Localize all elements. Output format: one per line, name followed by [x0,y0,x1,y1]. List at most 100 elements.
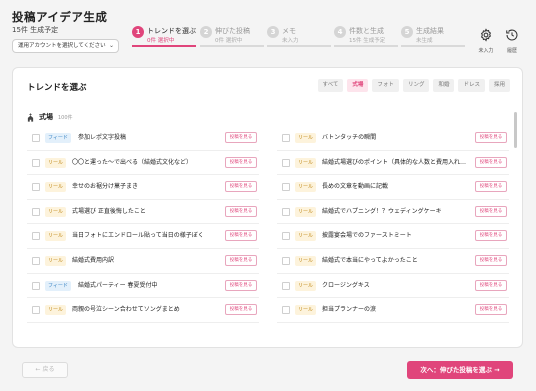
trend-row[interactable]: リール 結婚式でハプニング！？ウェディングケーキ 投稿を見る [277,200,509,225]
step-4[interactable]: 4 件数と生成 15件 生成予定 [334,26,402,56]
step-number: 5 [401,26,413,38]
trend-checkbox[interactable] [282,256,290,265]
trend-checkbox[interactable] [32,158,40,167]
view-post-button[interactable]: 投稿を見る [225,279,257,291]
step-number: 2 [200,26,212,38]
post-type-tag: リール [45,206,67,217]
view-post-button[interactable]: 投稿を見る [475,156,507,168]
trend-title: 式場選び 正直後悔したこと [72,207,146,215]
page-title: 投稿アイデア生成 [12,10,108,24]
step-progress-bar [200,45,264,47]
step-status: 未入力 [282,38,299,44]
filter-chip[interactable]: すべて [317,79,344,92]
step-number: 1 [132,26,144,38]
step-progress-bar [267,45,331,47]
back-button[interactable]: ← 戻る [22,362,68,378]
trend-row[interactable]: リール 結婚式場選びのポイント（具体的な人数と費用入れ… 投稿を見る [277,151,509,176]
post-type-tag: リール [295,280,317,291]
trend-checkbox[interactable] [32,134,40,142]
trend-checkbox[interactable] [282,158,290,167]
trend-checkbox[interactable] [282,183,290,192]
trend-row[interactable]: リール 両親の号泣シーン合わせてソングまとめ 投稿を見る [27,298,259,323]
step-label: メモ [282,27,296,35]
view-post-button[interactable]: 投稿を見る [475,181,507,193]
post-type-tag: リール [295,255,317,266]
trend-row[interactable]: リール 結婚式で本当にやってよかったこと 投稿を見る [277,249,509,274]
filter-chip[interactable]: 式場 [347,79,369,92]
trend-row[interactable]: リール 結婚式費用内訳 投稿を見る [27,249,259,274]
trend-checkbox[interactable] [32,281,40,290]
step-5[interactable]: 5 生成結果 未生成 [401,26,469,56]
filter-chip[interactable]: リング [402,79,430,92]
trend-checkbox[interactable] [32,256,40,265]
trend-title: 結婚式場選びのポイント（具体的な人数と費用入れ… [322,158,467,166]
view-post-button[interactable]: 投稿を見る [225,230,257,242]
trend-row[interactable]: リール 〇〇と運った〜で出べる（結婚式文化など） 投稿を見る [27,151,259,176]
view-post-button[interactable]: 投稿を見る [475,205,507,217]
settings-button[interactable]: 未入力 [477,27,495,54]
view-post-button[interactable]: 投稿を見る [475,132,507,143]
trend-list-left: フィード 参加レポ文字投稿 投稿を見る リール 〇〇と運った〜で出べる（結婚式文化など）… [27,126,259,323]
account-select[interactable]: 運用アカウントを選択してください ⌄ [12,39,119,53]
post-type-tag: フィード [45,133,71,143]
settings-caption: 未入力 [478,48,494,54]
history-caption: 履歴 [506,48,517,54]
post-type-tag: リール [295,231,317,242]
step-1[interactable]: 1 トレンドを選ぶ 0件 選択中 [132,26,200,56]
post-type-tag: リール [295,305,317,316]
trend-checkbox[interactable] [282,207,290,216]
history-button[interactable]: 履歴 [503,27,521,54]
post-type-tag: リール [295,206,317,217]
trend-checkbox[interactable] [282,306,290,315]
trend-title: 幸せのお裾分け菓子まき [72,183,139,191]
trend-row[interactable]: リール 幸せのお裾分け菓子まき 投稿を見る [27,175,259,200]
view-post-button[interactable]: 投稿を見る [475,230,507,242]
filter-chip[interactable]: フォト [372,79,399,92]
step-2[interactable]: 2 伸びた投稿 0件 選択中 [200,26,268,56]
trend-title: クロージングキス [322,281,370,289]
trend-checkbox[interactable] [282,232,290,241]
trend-row[interactable]: リール バトンタッチの瞬間 投稿を見る [277,126,509,151]
filter-chip[interactable]: ドレス [458,79,485,92]
view-post-button[interactable]: 投稿を見る [225,156,257,168]
header: 投稿アイデア生成 15件 生成予定 運用アカウントを選択してください ⌄ 1 ト… [0,0,536,64]
view-post-button[interactable]: 投稿を見る [225,181,257,193]
view-post-button[interactable]: 投稿を見る [475,304,507,316]
trend-title: 結婚式で本当にやってよかったこと [322,256,418,264]
trend-panel: トレンドを選ぶ すべて 式場 フォト リング 和婚 ドレス 採用 式場 100件 フィード参… [12,67,523,348]
filter-chip[interactable]: 和婚 [433,79,455,92]
trend-checkbox[interactable] [282,281,290,290]
gear-icon [480,28,492,42]
view-post-button[interactable]: 投稿を見る [225,304,257,316]
view-post-button[interactable]: 投稿を見る [225,132,257,143]
step-label: 件数と生成 [349,27,384,35]
view-post-button[interactable]: 投稿を見る [225,205,257,217]
trend-row[interactable]: リール 当日フォトにエンドロール貼って当日の様子ぼく 投稿を見る [27,224,259,249]
step-status: 未生成 [416,38,433,44]
trend-title: バトンタッチの瞬間 [322,134,377,141]
trend-row[interactable]: リール 披露宴会場でのファーストミート 投稿を見る [277,224,509,249]
trend-row[interactable]: リール 式場選び 正直後悔したこと 投稿を見る [27,200,259,225]
trend-checkbox[interactable] [32,232,40,241]
next-button[interactable]: 次へ：伸びた投稿を選ぶ → [407,361,513,379]
trend-checkbox[interactable] [32,207,40,216]
post-type-tag: リール [45,157,67,168]
step-3[interactable]: 3 メモ 未入力 [267,26,335,56]
post-type-tag: リール [45,231,67,242]
filter-chip[interactable]: 採用 [488,79,510,92]
trend-row[interactable]: リール 長めの文章を動画に記載 投稿を見る [277,175,509,200]
chevron-down-icon: ⌄ [108,42,114,49]
trend-row[interactable]: フィード 結婚式パーティー 春夏受付中 投稿を見る [27,274,259,299]
trend-list-right: リール バトンタッチの瞬間 投稿を見る リール 結婚式場選びのポイント（具体的な人数と費… [277,126,509,323]
trend-row[interactable]: フィード 参加レポ文字投稿 投稿を見る [27,126,259,151]
scrollbar[interactable] [514,112,517,148]
trend-checkbox[interactable] [32,306,40,315]
trend-checkbox[interactable] [32,183,40,192]
post-type-tag: リール [45,255,67,266]
view-post-button[interactable]: 投稿を見る [225,254,257,266]
view-post-button[interactable]: 投稿を見る [475,254,507,266]
trend-row[interactable]: リール 担当プランナーの涙 投稿を見る [277,298,509,323]
view-post-button[interactable]: 投稿を見る [475,279,507,291]
trend-row[interactable]: リール クロージングキス 投稿を見る [277,274,509,299]
trend-checkbox[interactable] [282,134,290,142]
